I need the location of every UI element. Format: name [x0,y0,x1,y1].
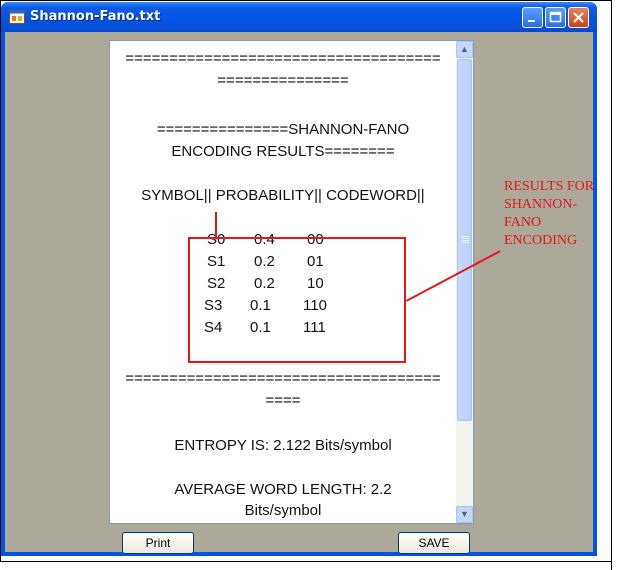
annotation-line: ENCODING [504,233,578,248]
close-button[interactable] [568,7,589,28]
chevron-down-icon: ▼ [460,509,469,519]
title-bar[interactable]: Shannon-Fano.txt [1,2,597,32]
heading-line: ENCODING RESULTS======== [171,143,395,160]
thumb-grip [462,242,469,243]
window-title: Shannon-Fano.txt [30,9,161,24]
maximize-icon [546,11,565,31]
separator-line: ==================================== [125,370,441,387]
column-header: SYMBOL|| PROBABILITY|| CODEWORD|| [141,187,425,204]
scroll-up-button[interactable]: ▲ [456,41,473,58]
app-window-icon [9,9,25,25]
chevron-up-icon: ▲ [460,44,469,54]
frame-bottom-border [0,561,612,562]
annotation-tick-mark [215,212,217,237]
scrollbar-thumb[interactable] [457,59,472,421]
frame-right-border [611,0,612,570]
annotation-highlight-box [188,237,406,363]
frame-top-border [0,0,612,1]
separator-line: ==== [265,392,301,409]
separator-line: =============== [217,72,349,89]
average-length-line: AVERAGE WORD LENGTH: 2.2 [174,481,392,498]
minimize-icon [523,14,542,31]
separator-line: ==================================== [125,50,441,67]
thumb-grip [462,236,469,237]
average-length-unit: Bits/symbol [244,502,322,519]
print-button[interactable]: Print [122,532,194,554]
heading-line: ===============SHANNON-FANO [156,121,410,138]
maximize-button[interactable] [545,7,566,28]
thumb-grip [462,240,469,241]
close-icon [569,12,588,31]
annotation-line: RESULTS FOR [504,179,595,194]
scroll-down-button[interactable]: ▼ [456,506,473,523]
vertical-scrollbar[interactable]: ▲ ▼ [456,41,473,523]
minimize-button[interactable] [522,7,543,28]
entropy-line: ENTROPY IS: 2.122 Bits/symbol [174,437,392,454]
thumb-grip [462,238,469,239]
save-button[interactable]: SAVE [398,532,470,554]
annotation-callout: RESULTS FOR SHANNON-FANO ENCODING [504,178,614,250]
annotation-line: SHANNON-FANO [504,197,578,230]
